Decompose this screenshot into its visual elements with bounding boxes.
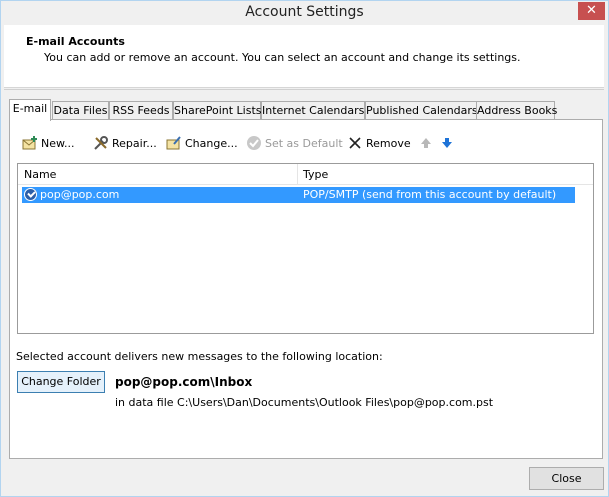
new-account-icon	[22, 135, 38, 151]
change-folder-button[interactable]: Change Folder	[17, 371, 105, 393]
delivery-data-file: in data file C:\Users\Dan\Documents\Outl…	[115, 396, 494, 409]
delivery-location-label: Selected account delivers new messages t…	[16, 350, 383, 363]
tab-internet-calendars[interactable]: Internet Calendars	[261, 101, 365, 119]
window-close-button[interactable]: ✕	[578, 2, 605, 20]
x-remove-icon	[347, 135, 363, 151]
change-button[interactable]: Change...	[166, 132, 238, 154]
header-subtitle: You can add or remove an account. You ca…	[44, 51, 521, 64]
tab-email[interactable]: E-mail	[9, 99, 51, 121]
email-tab-panel: New... Repair... Change... Set as Defaul…	[9, 119, 603, 459]
default-account-check-icon	[24, 188, 37, 201]
column-header-name[interactable]: Name	[24, 168, 56, 181]
repair-tools-icon	[93, 135, 109, 151]
repair-label: Repair...	[112, 136, 157, 150]
move-up-button[interactable]	[418, 132, 437, 154]
new-button[interactable]: New...	[22, 132, 74, 154]
move-down-button[interactable]	[439, 132, 458, 154]
tab-rss-feeds[interactable]: RSS Feeds	[109, 101, 173, 119]
tab-published-calendars[interactable]: Published Calendars	[365, 101, 478, 119]
header-title: E-mail Accounts	[26, 35, 125, 48]
change-label: Change...	[185, 136, 238, 150]
tab-data-files[interactable]: Data Files	[52, 101, 109, 119]
change-settings-icon	[166, 135, 182, 151]
close-button[interactable]: Close	[529, 467, 604, 490]
accounts-list[interactable]: Name Type pop@pop.com POP/SMTP (send fro…	[17, 163, 594, 334]
header-panel: E-mail Accounts You can add or remove an…	[4, 25, 604, 88]
window-title: Account Settings	[245, 4, 364, 20]
column-divider[interactable]	[297, 164, 298, 184]
column-header-type[interactable]: Type	[303, 168, 328, 181]
check-circle-icon	[246, 135, 262, 151]
account-settings-window: Account Settings ✕ E-mail Accounts You c…	[0, 0, 609, 497]
header-separator	[4, 89, 604, 90]
account-type: POP/SMTP (send from this account by defa…	[303, 188, 557, 201]
remove-button[interactable]: Remove	[347, 132, 411, 154]
delivery-folder-path: pop@pop.com\Inbox	[115, 375, 253, 389]
tab-address-books[interactable]: Address Books	[476, 101, 557, 119]
arrow-up-icon	[418, 135, 434, 151]
list-header: Name Type	[18, 164, 593, 185]
set-as-default-button[interactable]: Set as Default	[246, 132, 343, 154]
new-label: New...	[41, 136, 75, 150]
set-as-default-label: Set as Default	[265, 136, 343, 150]
arrow-down-icon	[439, 135, 455, 151]
remove-label: Remove	[366, 136, 411, 150]
table-row[interactable]: pop@pop.com POP/SMTP (send from this acc…	[22, 187, 575, 203]
repair-button[interactable]: Repair...	[93, 132, 157, 154]
title-bar[interactable]: Account Settings ✕	[1, 1, 608, 25]
account-name: pop@pop.com	[40, 188, 120, 201]
tab-sharepoint-lists[interactable]: SharePoint Lists	[173, 101, 262, 119]
